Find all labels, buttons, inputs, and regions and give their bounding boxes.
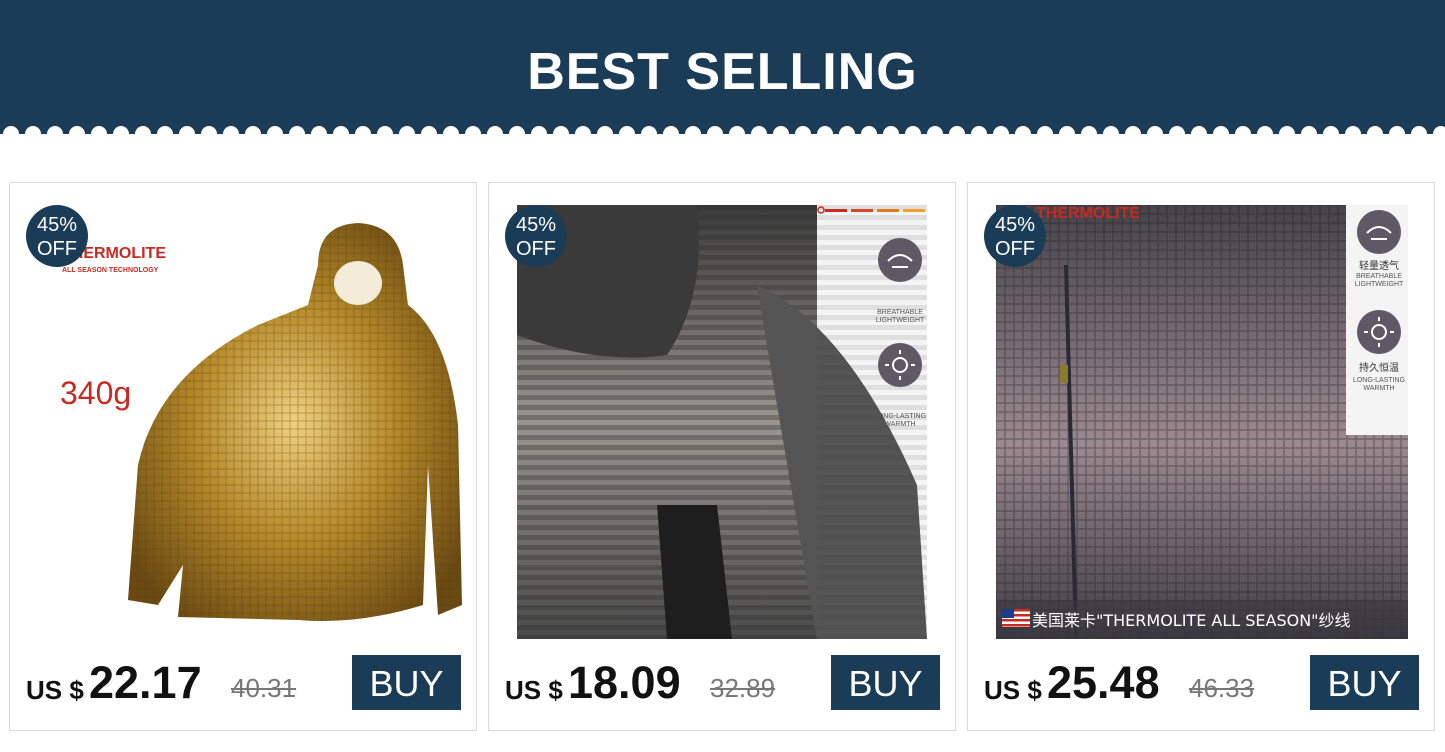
weight-label: 340g bbox=[60, 375, 132, 411]
discount-badge: 45% OFF bbox=[26, 205, 88, 267]
currency-label: US $ bbox=[984, 675, 1042, 705]
best-selling-banner: BEST SELLING bbox=[0, 0, 1445, 148]
currency-label: US $ bbox=[26, 675, 84, 705]
original-price: 40.31 bbox=[231, 673, 297, 703]
original-price: 32.89 bbox=[710, 673, 776, 703]
sale-price: 18.09 bbox=[568, 657, 681, 708]
feature-label: BREATHABLE LIGHTWEIGHT bbox=[875, 309, 925, 324]
breathable-icon bbox=[1357, 210, 1401, 254]
product-card[interactable]: 45% OFF BREATHABLE LIGHTWEIGHT LONG-LAST… bbox=[488, 182, 956, 731]
product-card[interactable]: 45% OFF THERMOLITE 轻量透气 BREATHABLE LIGHT… bbox=[967, 182, 1435, 731]
product-card[interactable]: 45% OFF THERMOLITE ALL SEASON TECHNOLOGY… bbox=[9, 182, 477, 731]
brand-subtitle: ALL SEASON TECHNOLOGY bbox=[62, 267, 159, 274]
banner-title: BEST SELLING bbox=[527, 43, 918, 101]
product-image[interactable]: THERMOLITE ALL SEASON TECHNOLOGY 340g bbox=[18, 205, 462, 639]
discount-percent: 45% bbox=[994, 214, 1036, 236]
feature-label: LONG-LASTING WARMTH bbox=[873, 413, 927, 428]
discount-off-label: OFF bbox=[37, 238, 77, 260]
discount-badge: 45% OFF bbox=[505, 205, 567, 267]
price-row: US $ 18.09 32.89 BUY bbox=[505, 653, 945, 713]
warmth-icon bbox=[1357, 310, 1401, 354]
discount-percent: 45% bbox=[515, 214, 557, 236]
discount-badge: 45% OFF bbox=[984, 205, 1046, 267]
currency-label: US $ bbox=[505, 675, 563, 705]
sale-price: 25.48 bbox=[1047, 657, 1160, 708]
price-row: US $ 25.48 46.33 BUY bbox=[984, 653, 1424, 713]
product-image[interactable]: BREATHABLE LIGHTWEIGHT LONG-LASTING WARM… bbox=[517, 205, 927, 639]
breathable-icon bbox=[878, 238, 922, 282]
color-strip bbox=[817, 206, 925, 214]
feature-label: LONG-LASTING WARMTH bbox=[1352, 377, 1406, 392]
brand-logo: THERMOLITE bbox=[1036, 205, 1140, 222]
discount-off-label: OFF bbox=[995, 238, 1035, 260]
discount-off-label: OFF bbox=[516, 238, 556, 260]
price-row: US $ 22.17 40.31 BUY bbox=[26, 653, 466, 713]
buy-button[interactable]: BUY bbox=[352, 655, 461, 710]
us-flag-icon bbox=[1002, 609, 1030, 627]
warmth-icon bbox=[878, 343, 922, 387]
feature-label-cn: 持久恒温 bbox=[1359, 363, 1399, 374]
feature-label: BREATHABLE LIGHTWEIGHT bbox=[1354, 273, 1404, 288]
material-caption: 美国莱卡"THERMOLITE ALL SEASON"纱线 bbox=[1032, 611, 1351, 630]
discount-percent: 45% bbox=[36, 214, 78, 236]
original-price: 46.33 bbox=[1189, 673, 1255, 703]
sale-price: 22.17 bbox=[89, 657, 202, 708]
product-image[interactable]: THERMOLITE 轻量透气 BREATHABLE LIGHTWEIGHT 持… bbox=[996, 205, 1408, 639]
buy-button[interactable]: BUY bbox=[831, 655, 940, 710]
buy-button[interactable]: BUY bbox=[1310, 655, 1419, 710]
feature-label-cn: 轻量透气 bbox=[1359, 261, 1399, 272]
